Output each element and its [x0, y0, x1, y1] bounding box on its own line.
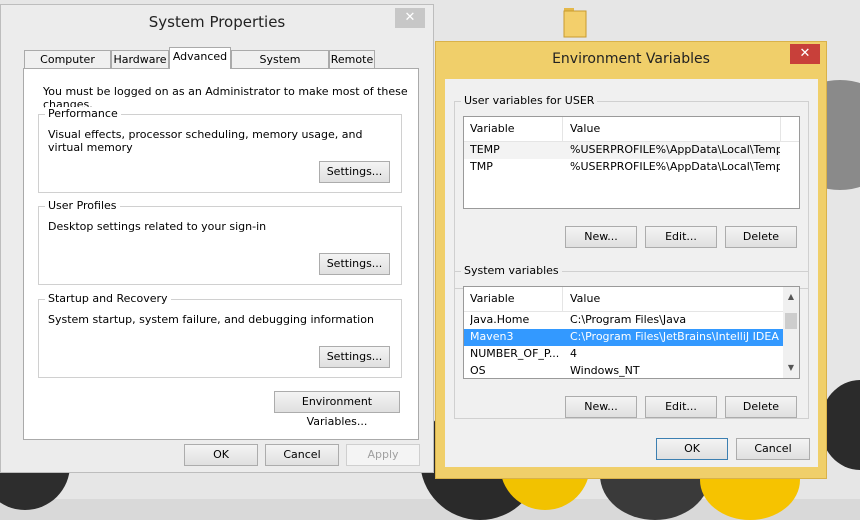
- column-header-value[interactable]: Value: [570, 291, 600, 307]
- table-row[interactable]: Java.Home C:\Program Files\Java: [464, 312, 784, 329]
- user-edit-button[interactable]: Edit...: [645, 226, 717, 248]
- tab-hardware[interactable]: Hardware: [111, 50, 169, 68]
- environment-variables-button[interactable]: Environment Variables...: [274, 391, 400, 428]
- user-profiles-description: Desktop settings related to your sign-in: [48, 220, 267, 233]
- startup-recovery-settings-button[interactable]: Settings...: [319, 346, 390, 368]
- system-variables-list[interactable]: Variable Value Java.Home C:\Program File…: [463, 286, 800, 379]
- close-button[interactable]: ✕: [395, 8, 425, 28]
- column-divider[interactable]: [780, 117, 781, 141]
- variable-name: TMP: [470, 160, 493, 173]
- list-header: Variable Value: [464, 287, 783, 312]
- tab-computer-name[interactable]: Computer Name: [24, 50, 111, 84]
- user-delete-button[interactable]: Delete: [725, 226, 797, 248]
- variable-name: OS: [470, 364, 486, 377]
- vertical-scrollbar[interactable]: ▲ ▼: [783, 287, 799, 378]
- window-title: System Properties: [148, 13, 286, 31]
- variable-value: C:\Program Files\JetBrains\IntelliJ IDEA…: [570, 330, 782, 343]
- column-header-variable[interactable]: Variable: [470, 121, 515, 137]
- variable-name: Maven3: [470, 330, 514, 343]
- system-variables-group: System variables Variable Value Java.Hom…: [454, 264, 809, 419]
- variable-name: Java.Home: [470, 313, 530, 326]
- environment-variables-window: Environment Variables ✕ User variables f…: [435, 41, 827, 479]
- variable-value: %USERPROFILE%\AppData\Local\Temp: [570, 143, 780, 156]
- list-header: Variable Value: [464, 117, 799, 142]
- user-profiles-settings-button[interactable]: Settings...: [319, 253, 390, 275]
- table-row[interactable]: NUMBER_OF_P... 4: [464, 346, 784, 363]
- performance-settings-button[interactable]: Settings...: [319, 161, 390, 183]
- user-variables-legend: User variables for USER: [461, 94, 598, 107]
- cancel-button[interactable]: Cancel: [736, 438, 810, 460]
- ok-button[interactable]: OK: [184, 444, 258, 466]
- close-button[interactable]: ✕: [790, 44, 820, 64]
- variable-value: Windows_NT: [570, 364, 640, 377]
- apply-button[interactable]: Apply: [346, 444, 420, 466]
- table-row[interactable]: TEMP %USERPROFILE%\AppData\Local\Temp: [464, 142, 780, 159]
- window-title: Environment Variables: [552, 51, 710, 67]
- system-variables-legend: System variables: [461, 264, 562, 277]
- user-variables-list[interactable]: Variable Value TEMP %USERPROFILE%\AppDat…: [463, 116, 800, 209]
- table-row-selected[interactable]: Maven3 C:\Program Files\JetBrains\Intell…: [464, 329, 784, 346]
- ok-button[interactable]: OK: [656, 438, 728, 460]
- variable-name: TEMP: [470, 143, 500, 156]
- startup-recovery-description: System startup, system failure, and debu…: [48, 313, 374, 326]
- performance-group: Performance Visual effects, processor sc…: [38, 107, 402, 193]
- performance-legend: Performance: [45, 107, 121, 120]
- variable-value: 4: [570, 347, 577, 360]
- tab-advanced[interactable]: Advanced: [169, 47, 231, 69]
- tab-system-protection[interactable]: System Protection: [231, 50, 329, 84]
- scrollbar-thumb[interactable]: [785, 313, 797, 329]
- variable-value: C:\Program Files\Java: [570, 313, 687, 326]
- table-row[interactable]: OS Windows_NT: [464, 363, 784, 378]
- performance-description: Visual effects, processor scheduling, me…: [48, 128, 363, 154]
- user-profiles-group: User Profiles Desktop settings related t…: [38, 199, 402, 285]
- system-properties-window: System Properties ✕ Computer Name Hardwa…: [0, 4, 434, 473]
- startup-recovery-legend: Startup and Recovery: [45, 292, 171, 305]
- system-new-button[interactable]: New...: [565, 396, 637, 418]
- variable-value: %USERPROFILE%\AppData\Local\Temp: [570, 160, 780, 173]
- column-header-variable[interactable]: Variable: [470, 291, 515, 307]
- table-row[interactable]: TMP %USERPROFILE%\AppData\Local\Temp: [464, 159, 780, 176]
- cancel-button[interactable]: Cancel: [265, 444, 339, 466]
- dialog-body: User variables for USER Variable Value T…: [445, 79, 818, 467]
- variable-name: NUMBER_OF_P...: [470, 347, 560, 360]
- scroll-up-arrow-icon[interactable]: ▲: [783, 289, 799, 305]
- user-new-button[interactable]: New...: [565, 226, 637, 248]
- startup-recovery-group: Startup and Recovery System startup, sys…: [38, 292, 402, 378]
- user-profiles-legend: User Profiles: [45, 199, 120, 212]
- folder-icon[interactable]: [562, 4, 588, 38]
- user-variables-group: User variables for USER Variable Value T…: [454, 94, 809, 289]
- advanced-tab-panel: You must be logged on as an Administrato…: [23, 68, 419, 440]
- tab-remote[interactable]: Remote: [329, 50, 375, 68]
- column-header-value[interactable]: Value: [570, 121, 600, 137]
- column-divider[interactable]: [562, 117, 563, 141]
- scroll-down-arrow-icon[interactable]: ▼: [783, 360, 799, 376]
- column-divider[interactable]: [562, 287, 563, 311]
- system-edit-button[interactable]: Edit...: [645, 396, 717, 418]
- system-delete-button[interactable]: Delete: [725, 396, 797, 418]
